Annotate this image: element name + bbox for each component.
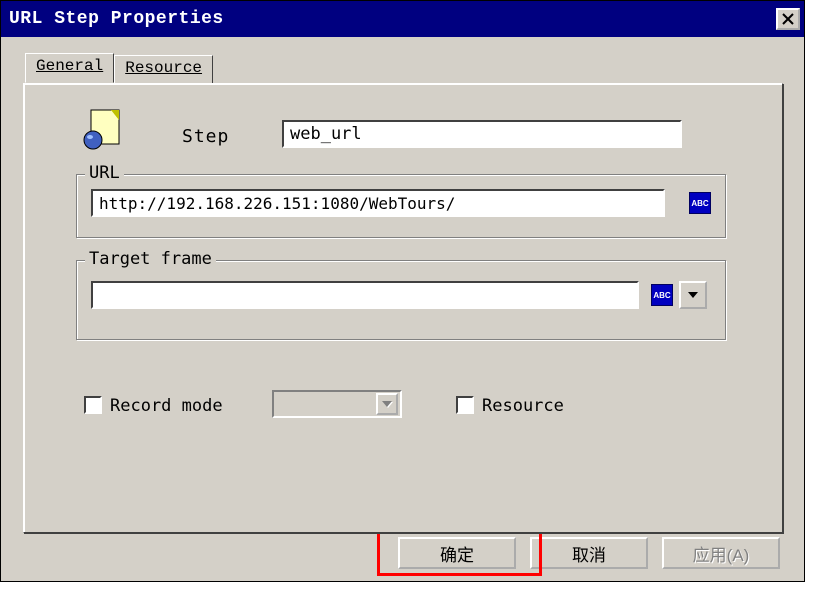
close-icon <box>782 13 794 25</box>
cancel-button[interactable]: 取消 <box>530 537 648 569</box>
record-mode-dropdown[interactable] <box>272 390 402 418</box>
url-input[interactable] <box>91 189 665 217</box>
target-frame-group: Target frame ABC <box>76 260 726 340</box>
tab-general-label: General <box>36 57 103 75</box>
tab-resource-label: Resource <box>125 59 202 77</box>
url-abc-button[interactable]: ABC <box>689 192 711 214</box>
window-title: URL Step Properties <box>9 9 224 29</box>
frame-abc-button[interactable]: ABC <box>651 284 673 306</box>
record-mode-checkbox[interactable] <box>84 396 102 414</box>
title-bar: URL Step Properties <box>1 1 804 37</box>
url-group: URL ABC <box>76 174 726 238</box>
dialog-window: URL Step Properties General Resource <box>0 0 805 582</box>
frame-legend: Target frame <box>85 249 216 269</box>
tab-general[interactable]: General <box>25 53 114 83</box>
apply-button: 应用(A) <box>662 537 780 569</box>
step-name-input[interactable] <box>282 120 682 148</box>
chevron-down-icon <box>688 292 698 298</box>
step-icon <box>79 106 127 154</box>
chevron-down-icon <box>382 401 392 407</box>
general-panel: Step URL ABC Target frame ABC Record mod… <box>23 83 783 533</box>
abc-icon: ABC <box>691 199 708 208</box>
abc-icon: ABC <box>653 291 670 300</box>
target-frame-dropdown-button[interactable] <box>679 281 707 309</box>
step-label: Step <box>182 126 229 147</box>
ok-label: 确定 <box>440 541 474 566</box>
apply-label: 应用(A) <box>693 541 750 566</box>
client-area: General Resource Step URL ABC <box>1 37 804 581</box>
cancel-label: 取消 <box>572 541 606 566</box>
dialog-button-row: 确定 取消 应用(A) <box>398 537 780 569</box>
resource-label: Resource <box>482 396 564 416</box>
record-mode-dropdown-arrow <box>376 393 398 415</box>
close-button[interactable] <box>776 8 800 30</box>
tab-strip: General Resource <box>25 55 213 83</box>
url-legend: URL <box>85 163 124 183</box>
resource-checkbox[interactable] <box>456 396 474 414</box>
target-frame-input[interactable] <box>91 281 639 309</box>
record-mode-label: Record mode <box>110 396 223 416</box>
tab-resource[interactable]: Resource <box>114 55 213 83</box>
ok-button[interactable]: 确定 <box>398 537 516 569</box>
